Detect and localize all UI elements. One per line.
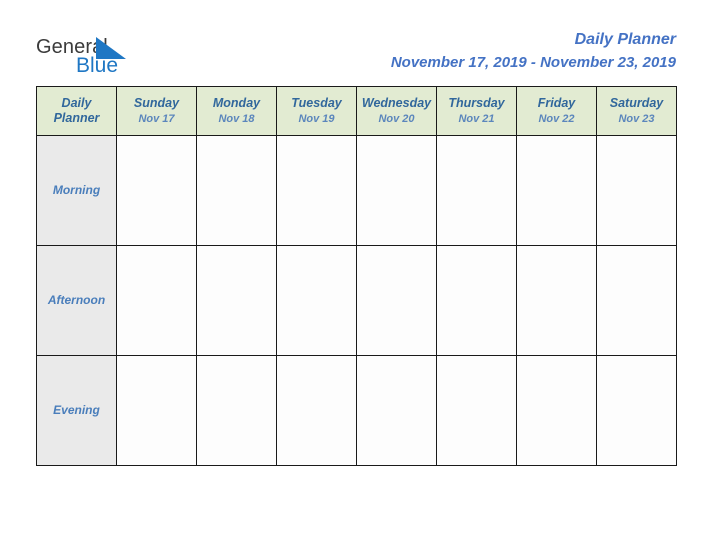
column-header-monday: Monday Nov 18 xyxy=(196,86,277,136)
day-name-tuesday: Tuesday xyxy=(291,96,342,110)
slot-evening-friday[interactable] xyxy=(516,355,597,466)
column-header-friday: Friday Nov 22 xyxy=(516,86,597,136)
table-header-row: Daily Planner Sunday Nov 17 Monday Nov 1… xyxy=(36,86,677,136)
brand-logo[interactable]: General Blue xyxy=(36,36,186,82)
slot-afternoon-monday[interactable] xyxy=(196,245,277,356)
slot-morning-tuesday[interactable] xyxy=(276,135,357,246)
slot-evening-monday[interactable] xyxy=(196,355,277,466)
table-corner-cell: Daily Planner xyxy=(36,86,117,136)
day-date-tuesday: Nov 19 xyxy=(298,113,335,125)
slot-morning-friday[interactable] xyxy=(516,135,597,246)
table-row-morning: Morning xyxy=(36,135,677,246)
slot-afternoon-friday[interactable] xyxy=(516,245,597,356)
slot-evening-saturday[interactable] xyxy=(596,355,677,466)
corner-label-line1: Daily xyxy=(61,96,92,110)
brand-name-blue: Blue xyxy=(76,54,119,77)
day-date-wednesday: Nov 20 xyxy=(378,113,415,125)
row-label-afternoon-text: Afternoon xyxy=(47,293,106,307)
slot-evening-tuesday[interactable] xyxy=(276,355,357,466)
day-date-saturday: Nov 23 xyxy=(618,113,655,125)
day-name-monday: Monday xyxy=(212,96,261,110)
page-title: Daily Planner xyxy=(574,31,676,48)
corner-label-line2: Planner xyxy=(53,111,100,125)
daily-planner-table: Daily Planner Sunday Nov 17 Monday Nov 1… xyxy=(36,86,677,466)
slot-evening-thursday[interactable] xyxy=(436,355,517,466)
slot-morning-monday[interactable] xyxy=(196,135,277,246)
day-date-friday: Nov 22 xyxy=(538,113,575,125)
day-name-sunday: Sunday xyxy=(133,96,180,110)
slot-morning-sunday[interactable] xyxy=(116,135,197,246)
day-name-thursday: Thursday xyxy=(448,96,505,110)
day-name-saturday: Saturday xyxy=(609,96,664,110)
slot-morning-wednesday[interactable] xyxy=(356,135,437,246)
slot-afternoon-thursday[interactable] xyxy=(436,245,517,356)
slot-afternoon-tuesday[interactable] xyxy=(276,245,357,356)
table-row-afternoon: Afternoon xyxy=(36,245,677,356)
row-label-evening-text: Evening xyxy=(53,403,100,417)
slot-afternoon-sunday[interactable] xyxy=(116,245,197,356)
day-date-thursday: Nov 21 xyxy=(458,113,495,125)
row-label-evening: Evening xyxy=(36,355,117,466)
column-header-wednesday: Wednesday Nov 20 xyxy=(356,86,437,136)
slot-morning-saturday[interactable] xyxy=(596,135,677,246)
row-label-morning: Morning xyxy=(36,135,117,246)
page-header: General Blue Daily Planner November 17, … xyxy=(0,0,712,86)
row-label-morning-text: Morning xyxy=(52,183,101,197)
row-label-afternoon: Afternoon xyxy=(36,245,117,356)
title-block: Daily Planner November 17, 2019 - Novemb… xyxy=(391,30,676,74)
day-date-monday: Nov 18 xyxy=(218,113,255,125)
day-name-friday: Friday xyxy=(537,96,576,110)
slot-afternoon-wednesday[interactable] xyxy=(356,245,437,356)
column-header-sunday: Sunday Nov 17 xyxy=(116,86,197,136)
column-header-thursday: Thursday Nov 21 xyxy=(436,86,517,136)
slot-afternoon-saturday[interactable] xyxy=(596,245,677,356)
slot-evening-wednesday[interactable] xyxy=(356,355,437,466)
slot-evening-sunday[interactable] xyxy=(116,355,197,466)
day-name-wednesday: Wednesday xyxy=(361,96,432,110)
table-row-evening: Evening xyxy=(36,355,677,466)
date-range-label: November 17, 2019 - November 23, 2019 xyxy=(390,54,676,71)
day-date-sunday: Nov 17 xyxy=(138,113,175,125)
column-header-tuesday: Tuesday Nov 19 xyxy=(276,86,357,136)
slot-morning-thursday[interactable] xyxy=(436,135,517,246)
column-header-saturday: Saturday Nov 23 xyxy=(596,86,677,136)
